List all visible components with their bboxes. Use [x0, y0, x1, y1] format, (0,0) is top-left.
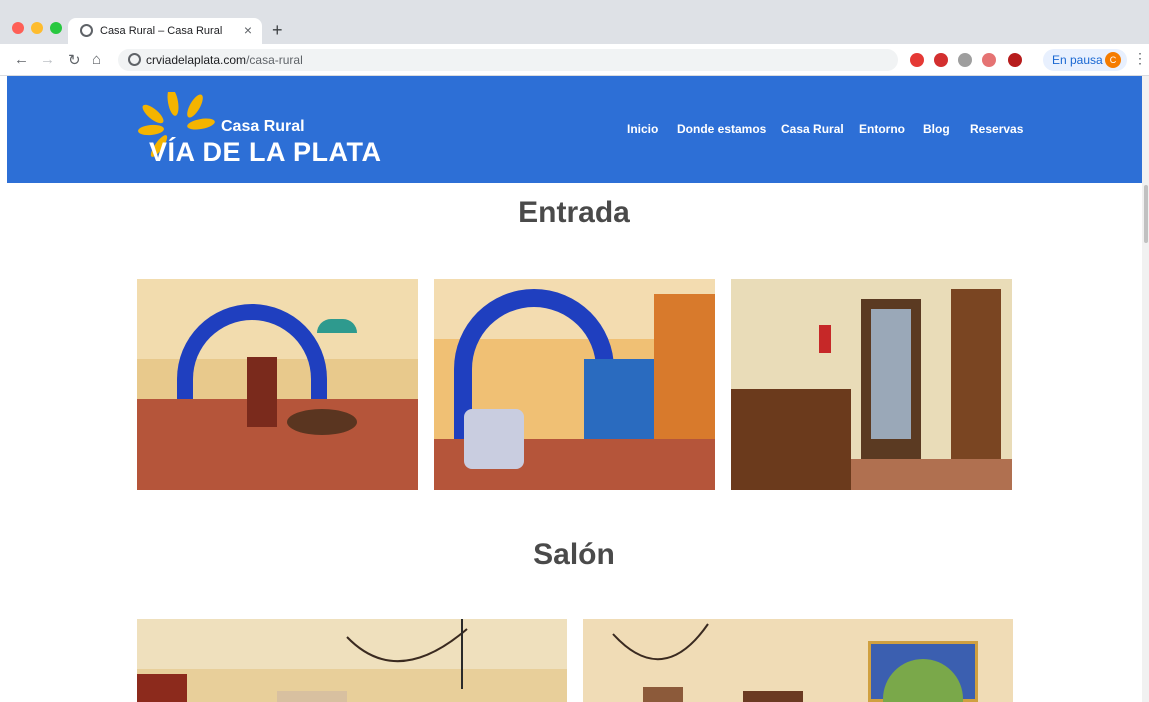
nav-inicio[interactable]: Inicio — [627, 122, 658, 136]
maximize-window-icon[interactable] — [50, 22, 62, 34]
back-arrow-icon[interactable]: ← — [14, 51, 29, 68]
nav-reservas[interactable]: Reservas — [970, 122, 1023, 136]
logo-subtitle: Casa Rural — [221, 118, 305, 135]
pause-label: En pausa — [1052, 53, 1103, 67]
site-logo[interactable]: Casa Rural VÍA DE LA PLATA — [137, 92, 381, 167]
forward-arrow-icon[interactable]: → — [40, 51, 55, 68]
photo-salon-1[interactable] — [137, 619, 567, 702]
scrollbar-thumb[interactable] — [1144, 185, 1148, 243]
browser-menu-icon[interactable]: ⋮ — [1133, 50, 1147, 67]
tab-close-icon[interactable]: × — [244, 22, 252, 38]
lamp-chain-icon — [346, 619, 468, 689]
section-title-entrada: Entrada — [518, 196, 630, 229]
photo-salon-2[interactable] — [583, 619, 1013, 702]
page-scrollbar[interactable] — [1142, 76, 1149, 702]
shield-icon[interactable] — [1008, 53, 1022, 67]
site-header: Casa Rural VÍA DE LA PLATA Inicio Donde … — [7, 76, 1142, 183]
color-icon[interactable] — [982, 53, 996, 67]
url-text: crviadelaplata.com/casa-rural — [146, 53, 303, 67]
photo-entrada-1[interactable] — [137, 279, 418, 490]
profile-pause-button[interactable]: En pausa C — [1043, 49, 1127, 71]
opera-icon[interactable] — [910, 53, 924, 67]
photo-entrada-3[interactable] — [731, 279, 1012, 490]
nav-blog[interactable]: Blog — [923, 122, 950, 136]
new-tab-button[interactable]: + — [272, 20, 283, 41]
browser-toolbar: ← → ↻ ⌂ crviadelaplata.com/casa-rural En… — [0, 44, 1149, 76]
chat-icon[interactable] — [958, 53, 972, 67]
nav-casa-rural[interactable]: Casa Rural — [781, 122, 844, 136]
nav-donde-estamos[interactable]: Donde estamos — [677, 122, 766, 136]
logo-title: VÍA DE LA PLATA — [149, 137, 382, 167]
tab-title: Casa Rural – Casa Rural — [100, 25, 223, 37]
globe-icon — [80, 24, 93, 37]
photo-entrada-2[interactable] — [434, 279, 715, 490]
address-bar[interactable]: crviadelaplata.com/casa-rural — [118, 49, 898, 71]
avatar: C — [1105, 52, 1121, 68]
section-title-salon: Salón — [533, 538, 615, 571]
close-window-icon[interactable] — [12, 22, 24, 34]
reload-icon[interactable]: ↻ — [68, 51, 81, 69]
minimize-window-icon[interactable] — [31, 22, 43, 34]
nav-entorno[interactable]: Entorno — [859, 122, 905, 136]
browser-tab-bar: Casa Rural – Casa Rural × + — [0, 0, 1149, 44]
home-icon[interactable]: ⌂ — [92, 51, 101, 68]
site-info-icon[interactable] — [128, 53, 141, 66]
browser-tab[interactable]: Casa Rural – Casa Rural × — [68, 18, 262, 44]
adblock-plus-icon[interactable] — [934, 53, 948, 67]
